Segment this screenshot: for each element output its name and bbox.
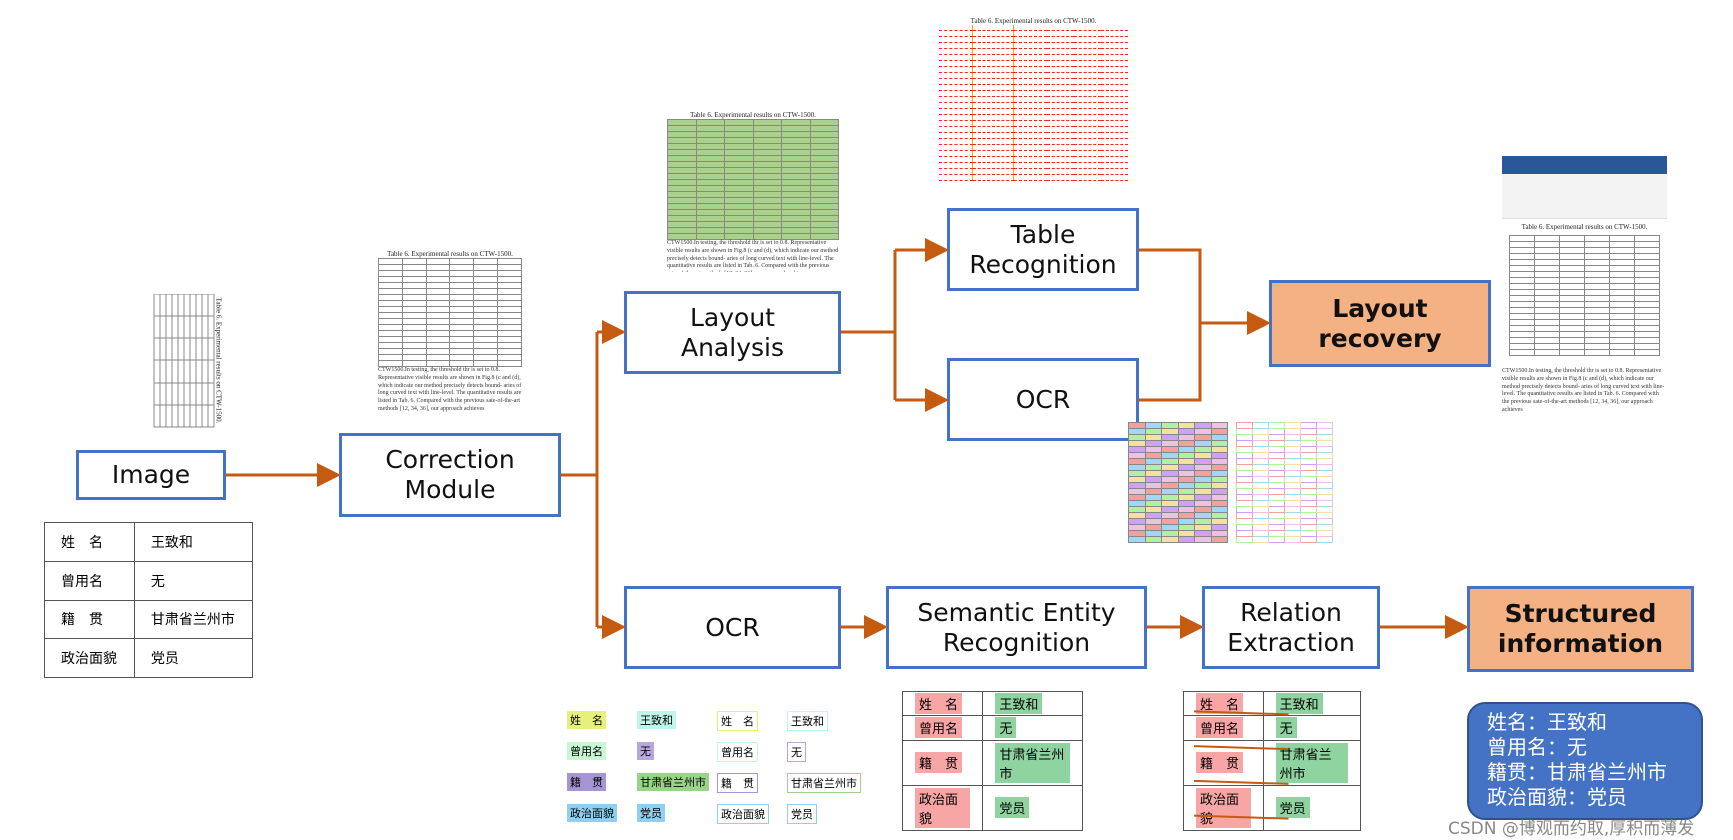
relation-link <box>1193 745 1289 751</box>
arrows <box>226 238 1469 820</box>
relation-link <box>1193 710 1289 716</box>
arrow-correction-branch <box>561 332 599 627</box>
relation-link <box>1193 814 1289 820</box>
arrow-merge <box>1139 248 1265 402</box>
pipeline-diagram: Image Correction Module Layout Analysis … <box>0 0 1733 840</box>
arrow-layout-branch <box>841 250 897 400</box>
relation-link <box>1193 779 1289 785</box>
